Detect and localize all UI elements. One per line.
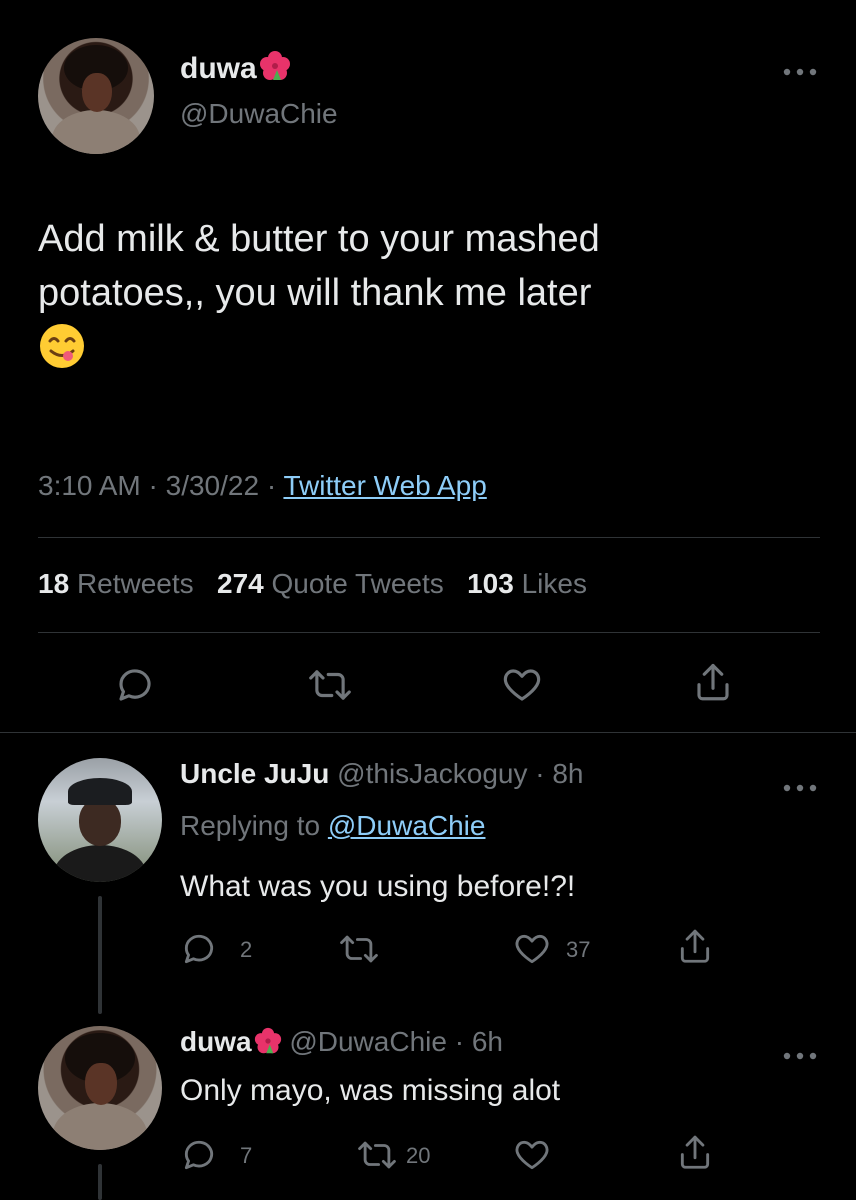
reply-header: duwa @DuwaChie · 6h: [180, 1026, 503, 1058]
replying-to: Replying to @DuwaChie: [180, 810, 485, 842]
likes-count: 103: [467, 568, 514, 599]
heart-icon[interactable]: [512, 1136, 552, 1174]
reply-avatar[interactable]: [38, 1026, 162, 1150]
author-avatar[interactable]: [38, 38, 154, 154]
quotes-stat[interactable]: 274 Quote Tweets: [217, 568, 444, 599]
reply-bubble-icon[interactable]: [114, 664, 156, 706]
tweet-text-line-2: potatoes,, you will thank me later: [38, 272, 592, 314]
avatar-face: [82, 72, 113, 113]
reply-header: Uncle JuJu @thisJackoguy · 8h: [180, 758, 584, 790]
reply-display-name[interactable]: Uncle JuJu: [180, 758, 329, 789]
divider: [0, 732, 856, 733]
retweets-stat[interactable]: 18 Retweets: [38, 568, 194, 599]
tweet-time[interactable]: 3:10 AM: [38, 470, 141, 501]
likes-label: Likes: [521, 568, 587, 599]
retweet-icon[interactable]: [338, 930, 380, 968]
share-icon[interactable]: [676, 926, 714, 968]
tweet-date[interactable]: 3/30/22: [166, 470, 259, 501]
reply-age[interactable]: 8h: [552, 758, 583, 789]
like-count: 37: [566, 937, 591, 962]
reply-handle[interactable]: @thisJackoguy: [337, 758, 527, 789]
thread-line: [98, 1164, 102, 1200]
tweet-meta: 3:10 AM · 3/30/22 · Twitter Web App: [38, 470, 487, 502]
reply-avatar[interactable]: [38, 758, 162, 882]
replying-label: Replying to: [180, 810, 321, 841]
divider: [38, 537, 820, 538]
hibiscus-emoji: [254, 1027, 282, 1055]
reply-display-name[interactable]: duwa: [180, 1026, 252, 1057]
retweet-icon[interactable]: [356, 1136, 398, 1174]
divider: [38, 632, 820, 633]
avatar-body: [52, 844, 148, 882]
more-horizontal-icon[interactable]: [782, 768, 818, 800]
reply-text: Only mayo, was missing alot: [180, 1074, 561, 1107]
reply-bubble-icon[interactable]: [180, 930, 218, 968]
more-horizontal-icon[interactable]: [782, 52, 818, 84]
meta-separator: ·: [148, 470, 166, 501]
heart-icon[interactable]: [500, 664, 544, 706]
likes-stat[interactable]: 103 Likes: [467, 568, 587, 599]
header-separator: ·: [527, 758, 553, 789]
reply-age[interactable]: 6h: [472, 1026, 503, 1057]
reply-bubble-icon[interactable]: [180, 1136, 218, 1174]
avatar-body: [51, 109, 141, 154]
quotes-label: Quote Tweets: [271, 568, 444, 599]
replying-to-link[interactable]: @DuwaChie: [328, 810, 486, 841]
avatar-face: [85, 1063, 118, 1106]
hibiscus-emoji: [259, 50, 291, 82]
avatar-body: [52, 1102, 148, 1150]
avatar-cap: [67, 777, 133, 806]
reply-count: 2: [240, 937, 253, 962]
face-savoring-food-emoji: [38, 322, 828, 385]
more-horizontal-icon[interactable]: [782, 1036, 818, 1068]
tweet-text: Add milk & butter to your mashed potatoe…: [38, 212, 828, 385]
tweet-source-link[interactable]: Twitter Web App: [283, 470, 486, 501]
avatar-face: [78, 798, 122, 847]
tweet-text-line-1: Add milk & butter to your mashed: [38, 218, 600, 260]
heart-icon[interactable]: [512, 930, 552, 968]
author-name-text: duwa: [180, 52, 257, 85]
retweets-label: Retweets: [76, 568, 194, 599]
retweets-count: 18: [38, 568, 70, 599]
author-handle[interactable]: @DuwaChie: [180, 98, 338, 130]
share-icon[interactable]: [692, 660, 734, 706]
header-separator: ·: [446, 1026, 472, 1057]
reply-handle[interactable]: @DuwaChie: [289, 1026, 447, 1057]
reply-text: What was you using before!?!: [180, 870, 576, 903]
tweet-stats: 18 Retweets 274 Quote Tweets 103 Likes: [38, 568, 587, 600]
thread-line: [98, 896, 102, 1014]
author-display-name[interactable]: duwa: [180, 50, 291, 86]
share-icon[interactable]: [676, 1132, 714, 1174]
retweet-count: 20: [406, 1143, 431, 1168]
retweet-icon[interactable]: [307, 664, 353, 706]
meta-separator: ·: [266, 470, 284, 501]
quotes-count: 274: [217, 568, 264, 599]
reply-count: 7: [240, 1143, 253, 1168]
